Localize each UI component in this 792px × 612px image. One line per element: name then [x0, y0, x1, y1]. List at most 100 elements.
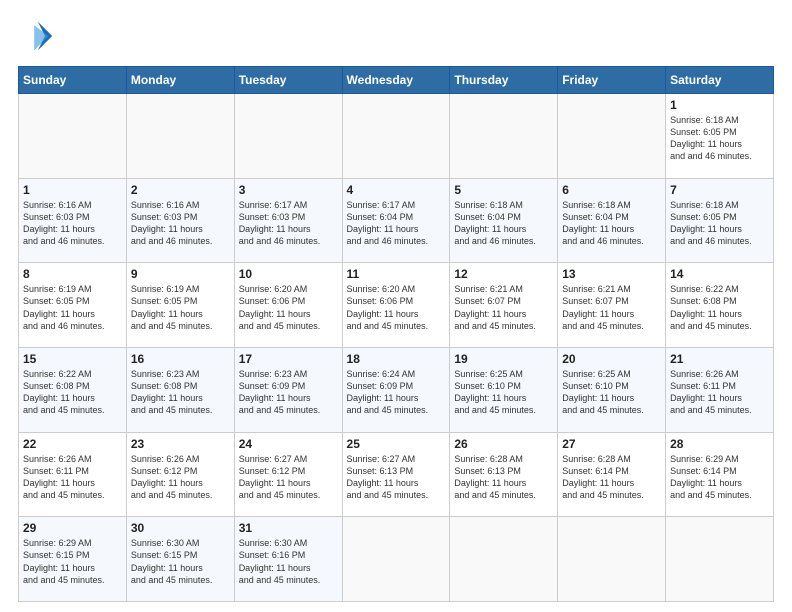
calendar-cell	[450, 94, 558, 179]
day-number: 24	[239, 437, 338, 451]
calendar-cell: 11 Sunrise: 6:20 AMSunset: 6:06 PMDaylig…	[342, 263, 450, 348]
day-number: 26	[454, 437, 553, 451]
calendar-cell: 5 Sunrise: 6:18 AMSunset: 6:04 PMDayligh…	[450, 178, 558, 263]
calendar-cell: 13 Sunrise: 6:21 AMSunset: 6:07 PMDaylig…	[558, 263, 666, 348]
day-info: Sunrise: 6:28 AMSunset: 6:14 PMDaylight:…	[562, 453, 661, 502]
day-number: 3	[239, 183, 338, 197]
logo	[18, 18, 58, 54]
calendar-cell: 31 Sunrise: 6:30 AMSunset: 6:16 PMDaylig…	[234, 517, 342, 602]
calendar-cell	[126, 94, 234, 179]
day-number: 18	[347, 352, 446, 366]
calendar-cell: 28 Sunrise: 6:29 AMSunset: 6:14 PMDaylig…	[666, 432, 774, 517]
day-number: 15	[23, 352, 122, 366]
calendar-cell	[450, 517, 558, 602]
day-number: 1	[23, 183, 122, 197]
calendar-cell: 12 Sunrise: 6:21 AMSunset: 6:07 PMDaylig…	[450, 263, 558, 348]
day-info: Sunrise: 6:18 AMSunset: 6:04 PMDaylight:…	[454, 199, 553, 248]
day-info: Sunrise: 6:28 AMSunset: 6:13 PMDaylight:…	[454, 453, 553, 502]
day-info: Sunrise: 6:29 AMSunset: 6:14 PMDaylight:…	[670, 453, 769, 502]
calendar-cell: 1 Sunrise: 6:16 AMSunset: 6:03 PMDayligh…	[19, 178, 127, 263]
calendar-cell: 22 Sunrise: 6:26 AMSunset: 6:11 PMDaylig…	[19, 432, 127, 517]
day-number: 30	[131, 521, 230, 535]
day-info: Sunrise: 6:26 AMSunset: 6:11 PMDaylight:…	[23, 453, 122, 502]
calendar-cell: 8 Sunrise: 6:19 AMSunset: 6:05 PMDayligh…	[19, 263, 127, 348]
calendar-cell: 26 Sunrise: 6:28 AMSunset: 6:13 PMDaylig…	[450, 432, 558, 517]
calendar-cell: 6 Sunrise: 6:18 AMSunset: 6:04 PMDayligh…	[558, 178, 666, 263]
day-info: Sunrise: 6:30 AMSunset: 6:16 PMDaylight:…	[239, 537, 338, 586]
calendar-cell: 24 Sunrise: 6:27 AMSunset: 6:12 PMDaylig…	[234, 432, 342, 517]
calendar-cell	[342, 94, 450, 179]
day-number: 21	[670, 352, 769, 366]
calendar-cell: 20 Sunrise: 6:25 AMSunset: 6:10 PMDaylig…	[558, 347, 666, 432]
weekday-header: Wednesday	[342, 67, 450, 94]
calendar-cell: 14 Sunrise: 6:22 AMSunset: 6:08 PMDaylig…	[666, 263, 774, 348]
page: SundayMondayTuesdayWednesdayThursdayFrid…	[0, 0, 792, 612]
calendar-table: SundayMondayTuesdayWednesdayThursdayFrid…	[18, 66, 774, 602]
weekday-header: Monday	[126, 67, 234, 94]
day-number: 11	[347, 267, 446, 281]
day-number: 8	[23, 267, 122, 281]
calendar-cell	[666, 517, 774, 602]
day-number: 25	[347, 437, 446, 451]
calendar-cell: 15 Sunrise: 6:22 AMSunset: 6:08 PMDaylig…	[19, 347, 127, 432]
day-number: 17	[239, 352, 338, 366]
day-number: 23	[131, 437, 230, 451]
calendar-cell: 1 Sunrise: 6:18 AMSunset: 6:05 PMDayligh…	[666, 94, 774, 179]
weekday-header: Friday	[558, 67, 666, 94]
day-info: Sunrise: 6:25 AMSunset: 6:10 PMDaylight:…	[562, 368, 661, 417]
calendar-cell: 4 Sunrise: 6:17 AMSunset: 6:04 PMDayligh…	[342, 178, 450, 263]
day-number: 2	[131, 183, 230, 197]
day-info: Sunrise: 6:29 AMSunset: 6:15 PMDaylight:…	[23, 537, 122, 586]
calendar-cell	[342, 517, 450, 602]
day-number: 7	[670, 183, 769, 197]
day-number: 14	[670, 267, 769, 281]
day-info: Sunrise: 6:22 AMSunset: 6:08 PMDaylight:…	[23, 368, 122, 417]
day-info: Sunrise: 6:18 AMSunset: 6:04 PMDaylight:…	[562, 199, 661, 248]
day-number: 28	[670, 437, 769, 451]
day-info: Sunrise: 6:26 AMSunset: 6:11 PMDaylight:…	[670, 368, 769, 417]
day-info: Sunrise: 6:22 AMSunset: 6:08 PMDaylight:…	[670, 283, 769, 332]
day-info: Sunrise: 6:26 AMSunset: 6:12 PMDaylight:…	[131, 453, 230, 502]
day-number: 19	[454, 352, 553, 366]
calendar-cell: 19 Sunrise: 6:25 AMSunset: 6:10 PMDaylig…	[450, 347, 558, 432]
day-number: 5	[454, 183, 553, 197]
calendar-cell: 7 Sunrise: 6:18 AMSunset: 6:05 PMDayligh…	[666, 178, 774, 263]
day-number: 20	[562, 352, 661, 366]
weekday-header: Tuesday	[234, 67, 342, 94]
day-info: Sunrise: 6:20 AMSunset: 6:06 PMDaylight:…	[239, 283, 338, 332]
day-number: 12	[454, 267, 553, 281]
day-info: Sunrise: 6:23 AMSunset: 6:08 PMDaylight:…	[131, 368, 230, 417]
weekday-header: Saturday	[666, 67, 774, 94]
calendar-cell: 16 Sunrise: 6:23 AMSunset: 6:08 PMDaylig…	[126, 347, 234, 432]
day-info: Sunrise: 6:23 AMSunset: 6:09 PMDaylight:…	[239, 368, 338, 417]
day-number: 6	[562, 183, 661, 197]
day-number: 9	[131, 267, 230, 281]
day-number: 31	[239, 521, 338, 535]
calendar-cell: 25 Sunrise: 6:27 AMSunset: 6:13 PMDaylig…	[342, 432, 450, 517]
day-info: Sunrise: 6:20 AMSunset: 6:06 PMDaylight:…	[347, 283, 446, 332]
calendar-cell	[19, 94, 127, 179]
calendar-cell: 23 Sunrise: 6:26 AMSunset: 6:12 PMDaylig…	[126, 432, 234, 517]
day-info: Sunrise: 6:21 AMSunset: 6:07 PMDaylight:…	[454, 283, 553, 332]
day-number: 16	[131, 352, 230, 366]
logo-icon	[18, 18, 54, 54]
day-info: Sunrise: 6:27 AMSunset: 6:12 PMDaylight:…	[239, 453, 338, 502]
day-number: 10	[239, 267, 338, 281]
weekday-header: Sunday	[19, 67, 127, 94]
day-info: Sunrise: 6:17 AMSunset: 6:04 PMDaylight:…	[347, 199, 446, 248]
calendar-cell: 9 Sunrise: 6:19 AMSunset: 6:05 PMDayligh…	[126, 263, 234, 348]
day-number: 13	[562, 267, 661, 281]
day-info: Sunrise: 6:16 AMSunset: 6:03 PMDaylight:…	[23, 199, 122, 248]
weekday-header: Thursday	[450, 67, 558, 94]
day-number: 22	[23, 437, 122, 451]
day-info: Sunrise: 6:18 AMSunset: 6:05 PMDaylight:…	[670, 199, 769, 248]
day-info: Sunrise: 6:19 AMSunset: 6:05 PMDaylight:…	[131, 283, 230, 332]
day-number: 4	[347, 183, 446, 197]
day-info: Sunrise: 6:25 AMSunset: 6:10 PMDaylight:…	[454, 368, 553, 417]
day-number: 27	[562, 437, 661, 451]
calendar-cell: 30 Sunrise: 6:30 AMSunset: 6:15 PMDaylig…	[126, 517, 234, 602]
calendar-cell: 18 Sunrise: 6:24 AMSunset: 6:09 PMDaylig…	[342, 347, 450, 432]
header	[18, 18, 774, 54]
day-info: Sunrise: 6:18 AMSunset: 6:05 PMDaylight:…	[670, 114, 769, 163]
calendar-cell	[558, 94, 666, 179]
